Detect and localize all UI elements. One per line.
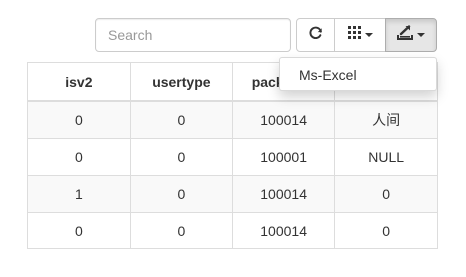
table-cell: 100014	[231, 212, 336, 249]
export-icon	[397, 25, 413, 45]
table-row[interactable]: 1 0 100014 0	[28, 175, 437, 213]
table-cell: 0	[28, 138, 131, 176]
grid-icon	[347, 26, 361, 44]
table-cell: 100014	[231, 100, 336, 139]
toolbar-button-group	[296, 18, 437, 52]
refresh-button[interactable]	[296, 18, 335, 52]
chevron-down-icon	[417, 33, 425, 37]
table-row[interactable]: 0 0 100001 NULL	[28, 138, 437, 176]
columns-button[interactable]	[334, 18, 386, 52]
column-header-usertype[interactable]: usertype	[129, 63, 234, 102]
table-cell: NULL	[334, 138, 437, 176]
table-cell: 100001	[231, 138, 336, 176]
table-cell: 0	[334, 212, 437, 249]
table-cell: 0	[129, 100, 234, 139]
export-dropdown-menu: Ms-Excel	[279, 57, 437, 91]
table-cell: 0	[129, 175, 234, 213]
table-cell: 0	[28, 100, 131, 139]
column-header-isv2[interactable]: isv2	[28, 63, 131, 102]
chevron-down-icon	[364, 33, 373, 37]
table-cell: 100014	[231, 175, 336, 213]
table-row[interactable]: 0 0 100014 人间	[28, 100, 437, 139]
table-cell: 0	[129, 138, 234, 176]
table-cell: 人间	[334, 100, 437, 139]
table-cell: 0	[334, 175, 437, 213]
table-row[interactable]: 0 0 100014 0	[28, 212, 437, 249]
table-cell: 0	[129, 212, 234, 249]
export-button[interactable]	[385, 18, 437, 52]
search-input[interactable]	[95, 18, 291, 52]
table-cell: 1	[28, 175, 131, 213]
table-cell: 0	[28, 212, 131, 249]
export-option-ms-excel[interactable]: Ms-Excel	[280, 64, 436, 86]
refresh-icon	[309, 26, 323, 45]
table-container: isv2 usertype package_ 0 0 100014 人间 0 0…	[0, 0, 466, 277]
